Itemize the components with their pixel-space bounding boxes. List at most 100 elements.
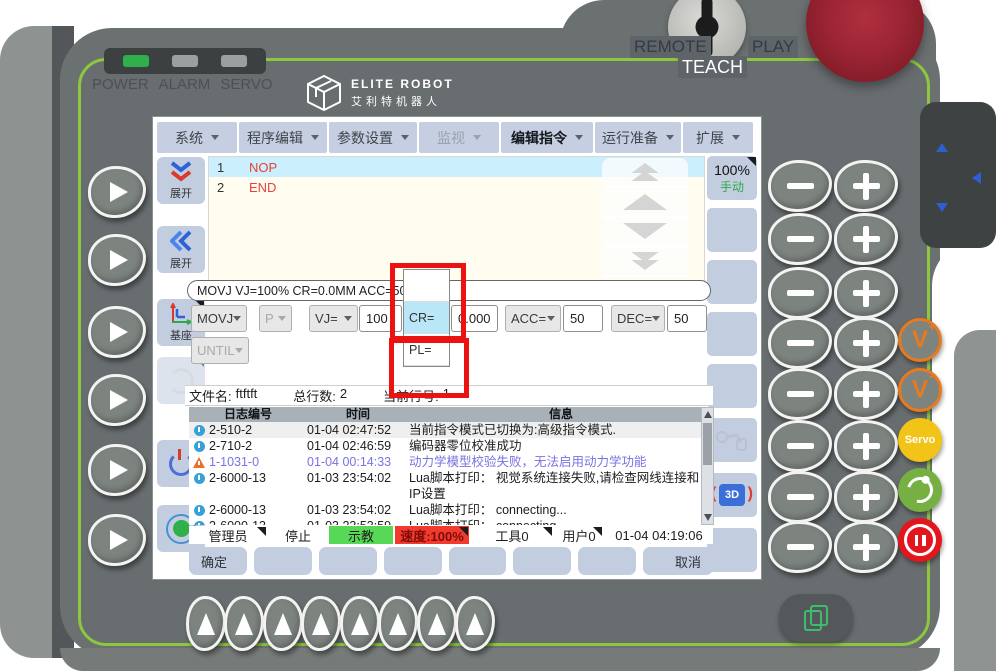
line-command: NOP <box>249 160 277 175</box>
log-icon-cell <box>189 422 209 438</box>
power-led <box>123 55 149 67</box>
log-icon-cell <box>189 438 209 454</box>
run-cycle-icon <box>902 472 938 508</box>
side-button-5[interactable] <box>707 364 757 408</box>
plus-icon <box>853 484 880 511</box>
chevron-down-icon <box>401 135 409 140</box>
base-coordinate-label: 基座 <box>170 327 192 343</box>
until-select[interactable]: UNTIL <box>191 337 249 364</box>
scrollbar-down-icon[interactable] <box>704 514 712 521</box>
status-bar: 管理员 停止 示教 速度:100% 工具0 用户0 01-04 04:19:06 <box>189 526 713 544</box>
annotation-box-2 <box>389 338 469 398</box>
right-arrow-icon <box>110 390 128 410</box>
scroll-down-button[interactable] <box>602 218 688 248</box>
log-row[interactable]: 2-510-201-04 02:47:52当前指令模式已切换为:高级指令模式. <box>189 422 713 438</box>
expand-down-button[interactable]: 展开 <box>157 157 205 204</box>
warning-icon <box>193 457 205 468</box>
nav-up-icon[interactable] <box>936 143 948 152</box>
info-icon <box>194 473 205 484</box>
scroll-page-down-button[interactable] <box>602 247 688 277</box>
expand-left-label: 展开 <box>170 255 192 271</box>
log-row[interactable]: 2-6000-1301-03 23:54:02Lua脚本打印： 视觉系统连接失败… <box>189 470 713 502</box>
command-type-select[interactable]: MOVJ <box>191 305 247 332</box>
menu-program-edit[interactable]: 程序编辑 <box>239 122 327 153</box>
expand-down-label: 展开 <box>170 185 192 201</box>
speed-down-button[interactable]: V <box>898 368 942 412</box>
log-header: 日志编号 时间 信息 <box>189 407 713 422</box>
chevron-down-icon <box>233 316 241 321</box>
footer-blank-5[interactable] <box>513 547 571 575</box>
line-number: 1 <box>209 160 249 175</box>
window-switch-button[interactable] <box>779 594 853 642</box>
robot-jog-button[interactable] <box>707 418 757 462</box>
point-select[interactable]: P <box>259 305 292 332</box>
dec-select[interactable]: DEC= <box>611 305 665 332</box>
info-icon <box>194 521 205 525</box>
log-icon-cell <box>189 454 209 470</box>
log-icon-cell <box>189 502 209 518</box>
log-row[interactable]: 2-6000-1301-03 23:54:02Lua脚本打印： connecti… <box>189 502 713 518</box>
log-row[interactable]: 1-1031-001-04 00:14:33动力学模型校验失败，无法启用动力学功… <box>189 454 713 470</box>
menu-system[interactable]: 系统 <box>157 122 237 153</box>
right-arrow-icon <box>110 182 128 202</box>
menu-parameter[interactable]: 参数设置 <box>329 122 417 153</box>
menu-monitor[interactable]: 监视 <box>419 122 499 153</box>
footer-blank-2[interactable] <box>319 547 377 575</box>
dec-value-field[interactable]: 50 <box>667 305 707 332</box>
down-icon <box>623 223 667 239</box>
side-button-8[interactable] <box>707 528 757 572</box>
pendant-handle <box>954 330 996 671</box>
acc-select[interactable]: ACC= <box>505 305 561 332</box>
plus-icon <box>853 226 880 253</box>
side-button-3[interactable] <box>707 260 757 304</box>
view-3d-button[interactable]: 3D <box>707 473 757 517</box>
nav-down-icon[interactable] <box>936 203 948 212</box>
nav-left-icon[interactable] <box>972 172 981 184</box>
scrollbar-up-icon[interactable] <box>704 411 712 418</box>
menu-edit-command[interactable]: 编辑指令 <box>501 122 593 153</box>
run-button[interactable] <box>898 468 942 512</box>
chevron-down-icon <box>547 316 555 321</box>
pendant-bottom-edge <box>60 648 940 671</box>
line-command: END <box>249 180 276 195</box>
menu-run-prepare[interactable]: 运行准备 <box>595 122 681 153</box>
led-panel <box>104 48 266 74</box>
scroll-page-up-button[interactable] <box>602 158 688 188</box>
footer-blank-6[interactable] <box>578 547 636 575</box>
pause-button[interactable] <box>898 518 942 562</box>
speed-up-button[interactable]: V <box>898 318 942 362</box>
acc-value-field[interactable]: 50 <box>563 305 603 332</box>
log-header-id: 日志编号 <box>189 407 307 422</box>
footer-blank-4[interactable] <box>449 547 507 575</box>
scroll-up-button[interactable] <box>602 188 688 218</box>
tool-chip[interactable]: 工具0 <box>471 526 553 544</box>
user-frame-chip[interactable]: 用户0 <box>555 526 603 544</box>
ok-button[interactable]: 确定 <box>189 547 247 575</box>
speed-chip[interactable]: 速度:100% <box>395 526 469 544</box>
expand-left-button[interactable]: 展开 <box>157 226 205 273</box>
log-row[interactable]: 2-6000-1301-03 23:53:59Lua脚本打印： connecti… <box>189 518 713 525</box>
file-name-label: 文件名: <box>189 386 232 405</box>
user-level-chip[interactable]: 管理员 <box>189 526 267 544</box>
cancel-button[interactable]: 取消 <box>643 547 713 575</box>
side-button-2[interactable] <box>707 208 757 252</box>
footer-blank-3[interactable] <box>384 547 442 575</box>
speed-mode-button[interactable]: 100% 手动 <box>707 156 757 200</box>
program-scroll-overlay <box>602 158 688 277</box>
log-scrollbar[interactable] <box>701 407 714 525</box>
chevron-down-icon <box>652 316 660 321</box>
footer-blank-1[interactable] <box>254 547 312 575</box>
vj-select[interactable]: VJ= <box>309 305 358 332</box>
plus-icon <box>853 381 880 408</box>
corner-mark <box>747 157 756 166</box>
side-button-4[interactable] <box>707 312 757 356</box>
brand-logo: ELITE ROBOT 艾利特机器人 <box>306 74 454 112</box>
plus-icon <box>853 280 880 307</box>
servo-button[interactable]: Servo <box>898 418 942 462</box>
up-arrow-icon <box>235 613 253 635</box>
chevron-down-icon <box>311 135 319 140</box>
menu-extension[interactable]: 扩展 <box>683 122 753 153</box>
scrollbar-thumb[interactable] <box>703 423 712 465</box>
copy-pages-icon <box>804 605 828 631</box>
log-row[interactable]: 2-710-201-04 02:46:59编码器零位校准成功 <box>189 438 713 454</box>
